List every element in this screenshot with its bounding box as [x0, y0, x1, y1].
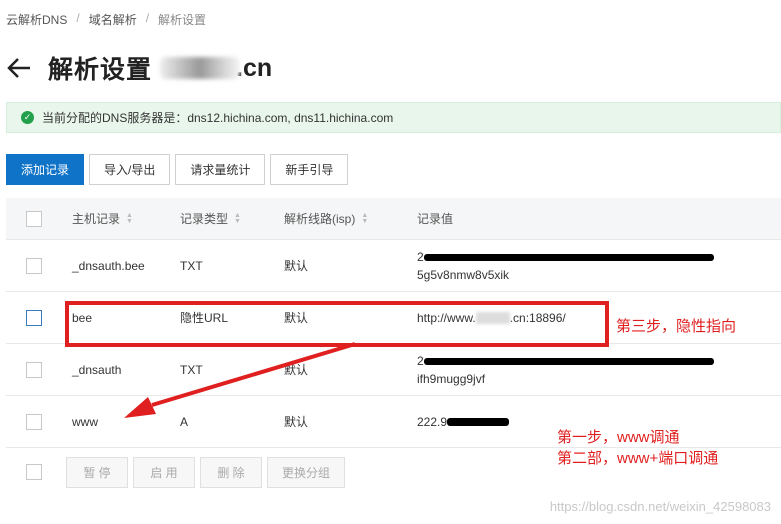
- breadcrumb-domain-resolve[interactable]: 域名解析: [89, 11, 137, 28]
- select-all-checkbox[interactable]: [26, 210, 42, 227]
- annotation-step2: 第二部，www+端口调通: [557, 450, 719, 467]
- sort-icon[interactable]: ▲ ▼: [234, 212, 241, 225]
- watermark: https://blog.csdn.net/weixin_42598083: [549, 499, 771, 514]
- cell-line: 默认: [284, 259, 309, 273]
- breadcrumb: 云解析DNS / 域名解析 / 解析设置: [6, 11, 206, 28]
- value-line2: 5g5v8nmw8v5xik: [417, 267, 510, 282]
- value-start: 2: [417, 249, 424, 264]
- annotation-highlight-box: [65, 301, 609, 347]
- breadcrumb-separator: /: [76, 11, 80, 25]
- annotation-step3: 第三步，隐性指向: [616, 318, 737, 335]
- value-redacted: [423, 357, 714, 365]
- column-host[interactable]: 主机记录 ▲ ▼: [72, 210, 180, 227]
- arrow-left-icon[interactable]: [6, 56, 32, 80]
- table-row: _dnsauth TXT 默认 2 ifh9mugg9jvf: [6, 344, 781, 396]
- domain-suffix: .cn: [236, 53, 273, 82]
- enable-button[interactable]: 启 用: [133, 456, 195, 488]
- cell-line: 默认: [284, 363, 309, 377]
- page-header: 解析设置 .cn: [6, 50, 272, 86]
- sort-icon[interactable]: ▲ ▼: [361, 212, 368, 225]
- change-group-button[interactable]: 更换分组: [267, 456, 345, 488]
- value-redacted: [423, 253, 714, 261]
- cell-type: TXT: [180, 362, 203, 377]
- pause-button[interactable]: 暂 停: [66, 456, 128, 488]
- column-value: 记录值: [417, 211, 454, 226]
- dns-server-notice: ✓ 当前分配的DNS服务器是：dns12.hichina.com, dns11.…: [6, 102, 781, 133]
- request-stats-button[interactable]: 请求量统计: [175, 154, 266, 185]
- cell-host: _dnsauth: [72, 362, 122, 377]
- row-checkbox[interactable]: [26, 309, 42, 326]
- toolbar: 添加记录 导入/导出 请求量统计 新手引导: [6, 154, 349, 185]
- select-all-checkbox-footer[interactable]: [26, 464, 42, 480]
- beginner-guide-button[interactable]: 新手引导: [270, 154, 349, 185]
- table-header: 主机记录 ▲ ▼ 记录类型 ▲ ▼ 解析线路(isp) ▲ ▼ 记录值: [6, 198, 781, 240]
- row-checkbox[interactable]: [26, 361, 42, 378]
- row-checkbox[interactable]: [26, 257, 42, 274]
- add-record-button[interactable]: 添加记录: [6, 154, 84, 185]
- check-circle-icon: ✓: [21, 111, 34, 124]
- value-line2: ifh9mugg9jvf: [417, 371, 486, 386]
- cell-value: 2 ifh9mugg9jvf: [417, 352, 747, 388]
- breadcrumb-cloud-dns[interactable]: 云解析DNS: [6, 11, 67, 28]
- domain-redacted: [160, 57, 241, 79]
- column-line[interactable]: 解析线路(isp) ▲ ▼: [284, 210, 417, 227]
- cell-line: 默认: [284, 415, 309, 429]
- cell-type: A: [180, 414, 189, 429]
- delete-button[interactable]: 删 除: [200, 456, 262, 488]
- sort-icon[interactable]: ▲ ▼: [126, 212, 133, 225]
- page-title: 解析设置: [48, 56, 153, 84]
- breadcrumb-current: 解析设置: [158, 13, 207, 27]
- cell-host: www: [72, 414, 98, 429]
- column-type[interactable]: 记录类型 ▲ ▼: [180, 210, 284, 227]
- import-export-button[interactable]: 导入/导出: [89, 154, 171, 185]
- table-row: _dnsauth.bee TXT 默认 2 5g5v8nmw8v5xik: [6, 240, 781, 292]
- cell-value: 2 5g5v8nmw8v5xik: [417, 248, 747, 284]
- value-redacted: [447, 418, 510, 427]
- breadcrumb-separator: /: [145, 11, 150, 25]
- value-start: 2: [417, 353, 424, 368]
- notice-text: 当前分配的DNS服务器是：dns12.hichina.com, dns11.hi…: [42, 111, 394, 125]
- cell-type: TXT: [180, 258, 203, 273]
- row-checkbox[interactable]: [26, 413, 42, 430]
- cell-host: _dnsauth.bee: [72, 258, 145, 273]
- annotation-step1: 第一步，www调通: [557, 429, 680, 446]
